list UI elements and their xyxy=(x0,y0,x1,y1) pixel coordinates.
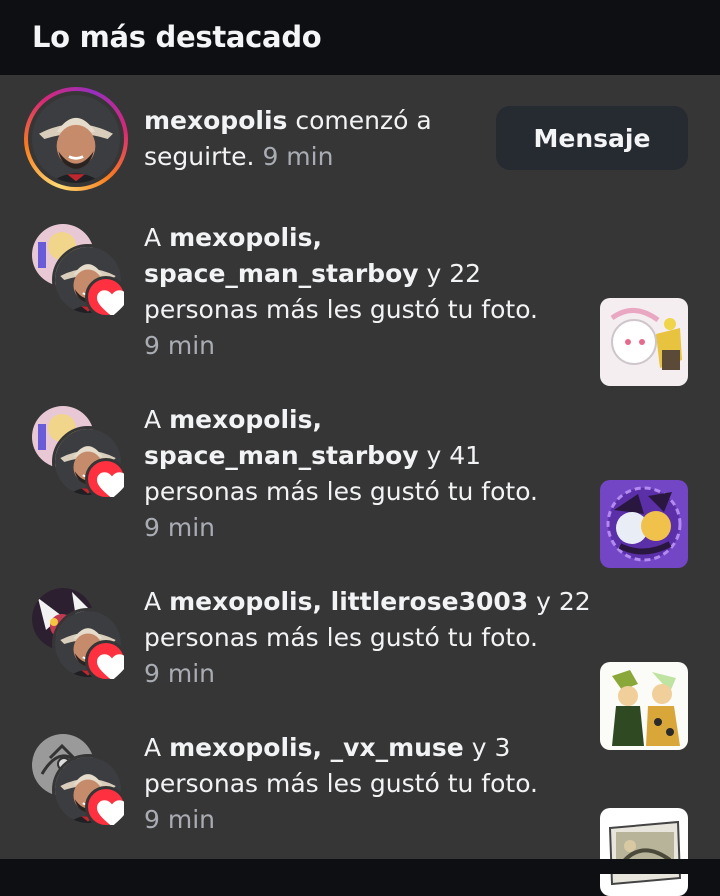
timestamp: 9 min xyxy=(262,142,334,171)
avatar xyxy=(32,95,120,183)
header-bar: Lo más destacado xyxy=(0,0,720,75)
avatar-stack xyxy=(32,224,127,318)
follow-text: mexopolis comenzó a seguirte. 9 min xyxy=(144,106,432,171)
username-link[interactable]: space_man_starboy xyxy=(144,441,419,470)
like-text: A mexopolis, space_man_starboy y 22 pers… xyxy=(144,223,539,360)
heart-icon xyxy=(85,640,127,682)
like-notification[interactable]: A mexopolis, space_man_starboy y 41 pers… xyxy=(0,402,720,572)
avatar-stack xyxy=(32,406,127,500)
like-notification[interactable]: A mexopolis, _vx_muse y 3 personas más l… xyxy=(0,730,720,896)
highlights-panel: mexopolis comenzó a seguirte. 9 min Mens… xyxy=(0,75,720,896)
bottom-bar xyxy=(0,859,720,874)
username-link[interactable]: mexopolis, xyxy=(169,405,322,434)
username-link[interactable]: mexopolis xyxy=(144,106,287,135)
follow-notification[interactable]: mexopolis comenzó a seguirte. 9 min Mens… xyxy=(0,75,720,205)
story-ring[interactable] xyxy=(24,87,128,191)
post-thumbnail[interactable] xyxy=(600,298,688,386)
like-text: A mexopolis, space_man_starboy y 41 pers… xyxy=(144,405,539,542)
like-text: A mexopolis, littlerose3003 y 22 persona… xyxy=(144,587,591,688)
post-thumbnail[interactable] xyxy=(600,480,688,568)
like-notification[interactable]: A mexopolis, space_man_starboy y 22 pers… xyxy=(0,220,720,390)
timestamp: 9 min xyxy=(144,659,215,688)
heart-icon xyxy=(85,458,127,500)
heart-icon xyxy=(85,786,127,828)
username-link[interactable]: space_man_starboy xyxy=(144,259,419,288)
username-link[interactable]: mexopolis, littlerose3003 xyxy=(169,587,528,616)
username-link[interactable]: mexopolis, xyxy=(169,223,322,252)
post-thumbnail[interactable] xyxy=(600,808,688,896)
timestamp: 9 min xyxy=(144,805,215,834)
avatar-stack xyxy=(32,588,127,682)
avatar-stack xyxy=(32,734,127,828)
timestamp: 9 min xyxy=(144,513,215,542)
page-title: Lo más destacado xyxy=(32,20,322,54)
like-notification[interactable]: A mexopolis, littlerose3003 y 22 persona… xyxy=(0,584,720,750)
message-button[interactable]: Mensaje xyxy=(496,106,688,170)
timestamp: 9 min xyxy=(144,331,215,360)
heart-icon xyxy=(85,276,127,318)
like-text: A mexopolis, _vx_muse y 3 personas más l… xyxy=(144,733,539,834)
username-link[interactable]: mexopolis, _vx_muse xyxy=(169,733,464,762)
